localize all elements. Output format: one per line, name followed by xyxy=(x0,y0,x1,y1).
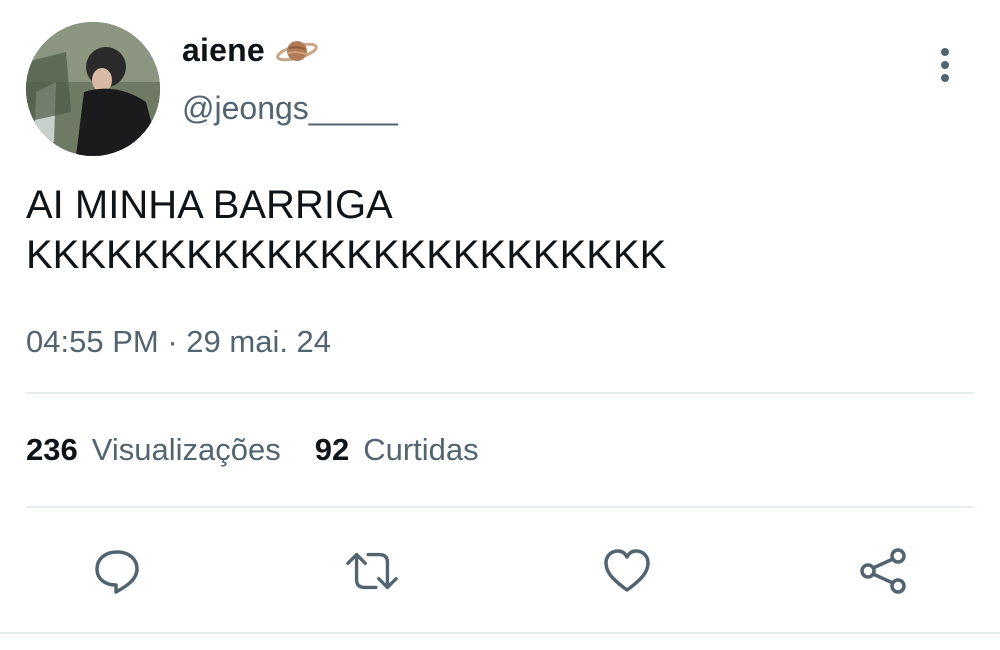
tweet-stats: 236 Visualizações 92 Curtidas xyxy=(26,432,479,468)
share-icon xyxy=(860,548,906,594)
divider xyxy=(26,506,974,508)
like-icon xyxy=(604,549,650,592)
tweet-timestamp[interactable]: 04:55 PM · 29 mai. 24 xyxy=(26,324,331,360)
author-name-row[interactable]: aiene xyxy=(182,32,319,69)
views-stat[interactable]: 236 Visualizações xyxy=(26,432,281,468)
avatar[interactable] xyxy=(26,22,160,156)
avatar-photo xyxy=(26,22,160,156)
likes-stat[interactable]: 92 Curtidas xyxy=(315,432,479,468)
divider xyxy=(26,392,974,394)
likes-count: 92 xyxy=(314,432,350,467)
tweet-date: 29 mai. 24 xyxy=(186,324,332,359)
retweet-button[interactable] xyxy=(345,544,399,598)
share-button[interactable] xyxy=(856,544,910,598)
reply-button[interactable] xyxy=(90,544,144,598)
planet-icon xyxy=(275,36,319,66)
views-label: Visualizações xyxy=(91,432,281,467)
likes-label: Curtidas xyxy=(363,432,479,467)
more-vertical-icon xyxy=(941,48,949,82)
reply-icon xyxy=(95,550,139,594)
display-name[interactable]: aiene xyxy=(182,32,265,69)
like-button[interactable] xyxy=(600,544,654,598)
more-options-button[interactable] xyxy=(926,42,964,88)
views-count: 236 xyxy=(26,432,78,467)
meta-separator: · xyxy=(167,324,178,359)
divider xyxy=(0,632,1000,634)
tweet-time: 04:55 PM xyxy=(26,324,159,359)
author-handle[interactable]: @jeongs_____ xyxy=(182,90,398,127)
retweet-icon xyxy=(346,552,398,590)
tweet-text: AI MINHA BARRIGA KKKKKKKKKKKKKKKKKKKKKKK… xyxy=(26,183,667,277)
